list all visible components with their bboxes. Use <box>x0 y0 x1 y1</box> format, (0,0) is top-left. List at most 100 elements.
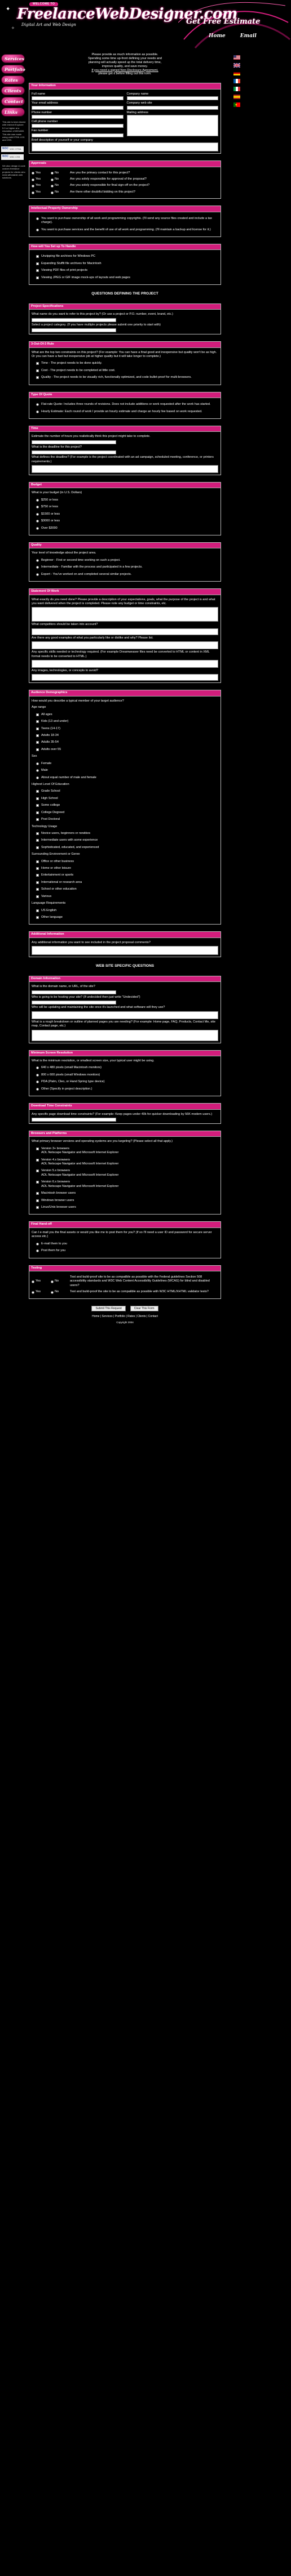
sidebar-item-services[interactable]: Services <box>1 54 25 63</box>
no-radio[interactable] <box>51 191 54 194</box>
no-radio[interactable] <box>51 185 54 188</box>
tech-checkbox[interactable] <box>36 832 39 835</box>
website-input[interactable] <box>126 105 218 110</box>
experience-radio[interactable] <box>36 573 39 576</box>
browser-checkbox[interactable] <box>36 1192 39 1195</box>
experience-radio[interactable] <box>36 566 39 569</box>
domain-input[interactable] <box>32 990 116 994</box>
resolution-radio[interactable] <box>36 1066 39 1070</box>
age-checkbox[interactable] <box>36 727 39 730</box>
handoff-radio[interactable] <box>36 1249 39 1253</box>
deadline-reason-input[interactable] <box>32 465 218 474</box>
yes-radio[interactable] <box>32 1280 34 1284</box>
education-checkbox[interactable] <box>36 811 39 814</box>
quote-type-radio[interactable] <box>36 403 39 407</box>
download-constraint-input[interactable] <box>32 1117 116 1122</box>
age-checkbox[interactable] <box>36 748 39 751</box>
submit-button[interactable]: Submit This Request <box>91 1305 126 1312</box>
phone-input[interactable] <box>32 114 124 119</box>
browser-checkbox[interactable] <box>36 1181 39 1184</box>
budget-radio[interactable] <box>36 512 39 516</box>
project-category-select[interactable] <box>32 328 116 333</box>
examples-input[interactable] <box>32 641 218 650</box>
germany-flag-icon[interactable] <box>233 71 240 75</box>
resolution-radio[interactable] <box>36 1087 39 1091</box>
page-outline-input[interactable] <box>32 1029 218 1041</box>
no-radio[interactable] <box>51 178 54 181</box>
us-flag-icon[interactable] <box>233 55 240 60</box>
constraint-checkbox[interactable] <box>36 376 39 380</box>
resolution-radio[interactable] <box>36 1073 39 1077</box>
deadline-input[interactable] <box>32 450 116 455</box>
budget-radio[interactable] <box>36 498 39 502</box>
skills-input[interactable] <box>32 660 218 668</box>
education-checkbox[interactable] <box>36 790 39 793</box>
hours-input[interactable] <box>32 440 116 444</box>
constraint-checkbox[interactable] <box>36 369 39 372</box>
language-checkbox[interactable] <box>36 916 39 919</box>
sidebar-item-links[interactable]: Links <box>1 108 25 117</box>
brief-description-input[interactable] <box>32 142 218 152</box>
age-checkbox[interactable] <box>36 734 39 738</box>
environment-checkbox[interactable] <box>36 888 39 891</box>
w3c-html-badge[interactable]: W3C W3C HTML <box>1 146 24 152</box>
file-option-checkbox[interactable] <box>36 262 39 265</box>
budget-radio[interactable] <box>36 520 39 523</box>
avoid-input[interactable] <box>32 674 218 681</box>
w3c-css-badge[interactable]: W3C W3C CSS <box>1 154 24 160</box>
work-description-input[interactable] <box>32 607 218 622</box>
sex-radio[interactable] <box>36 769 39 773</box>
sidebar-item-contact[interactable]: Contact <box>1 97 25 106</box>
hosting-input[interactable] <box>32 1001 116 1005</box>
top-nav-home[interactable]: Home <box>209 33 226 39</box>
mailing-address-input[interactable] <box>126 114 218 136</box>
browser-checkbox[interactable] <box>36 1147 39 1150</box>
file-option-checkbox[interactable] <box>36 255 39 258</box>
quote-type-radio[interactable] <box>36 410 39 413</box>
tech-checkbox[interactable] <box>36 846 39 849</box>
education-checkbox[interactable] <box>36 804 39 807</box>
environment-checkbox[interactable] <box>36 881 39 884</box>
language-checkbox[interactable] <box>36 909 39 912</box>
education-checkbox[interactable] <box>36 818 39 822</box>
environment-checkbox[interactable] <box>36 867 39 870</box>
tech-checkbox[interactable] <box>36 839 39 842</box>
file-option-checkbox[interactable] <box>36 269 39 273</box>
age-checkbox[interactable] <box>36 720 39 724</box>
maintenance-input[interactable] <box>32 1011 218 1019</box>
no-radio[interactable] <box>51 1280 54 1284</box>
education-checkbox[interactable] <box>36 797 39 800</box>
budget-radio[interactable] <box>36 526 39 530</box>
project-name-input[interactable] <box>32 318 116 322</box>
ip-option-radio[interactable] <box>36 217 39 220</box>
file-option-checkbox[interactable] <box>36 276 39 279</box>
constraint-checkbox[interactable] <box>36 362 39 365</box>
resolution-radio[interactable] <box>36 1081 39 1084</box>
ip-option-radio[interactable] <box>36 228 39 231</box>
browser-checkbox[interactable] <box>36 1158 39 1162</box>
sidebar-item-clients[interactable]: Clients <box>1 86 25 95</box>
yes-radio[interactable] <box>32 191 34 194</box>
environment-checkbox[interactable] <box>36 895 39 898</box>
experience-radio[interactable] <box>36 559 39 562</box>
yes-radio[interactable] <box>32 1291 34 1294</box>
yes-radio[interactable] <box>32 185 34 188</box>
reset-button[interactable]: Clear This Form <box>130 1305 158 1312</box>
footer-links[interactable]: Home | Services | Portfolio | Rates | Cl… <box>29 1315 221 1319</box>
budget-radio[interactable] <box>36 506 39 509</box>
sidebar-item-rates[interactable]: Rates <box>1 75 25 84</box>
spain-flag-icon[interactable] <box>233 95 240 99</box>
age-checkbox[interactable] <box>36 713 39 716</box>
email-input[interactable] <box>32 105 124 110</box>
additional-info-input[interactable] <box>32 946 218 956</box>
environment-checkbox[interactable] <box>36 874 39 877</box>
age-checkbox[interactable] <box>36 741 39 744</box>
italy-flag-icon[interactable] <box>233 87 240 91</box>
sidebar-item-portfolio[interactable]: Portfolio <box>1 65 25 74</box>
no-radio[interactable] <box>51 1291 54 1294</box>
site-logo[interactable]: FreelanceWebDesigner.com <box>17 5 237 24</box>
browser-checkbox[interactable] <box>36 1199 39 1202</box>
france-flag-icon[interactable] <box>233 79 240 83</box>
yes-radio[interactable] <box>32 172 34 175</box>
sex-radio[interactable] <box>36 776 39 779</box>
